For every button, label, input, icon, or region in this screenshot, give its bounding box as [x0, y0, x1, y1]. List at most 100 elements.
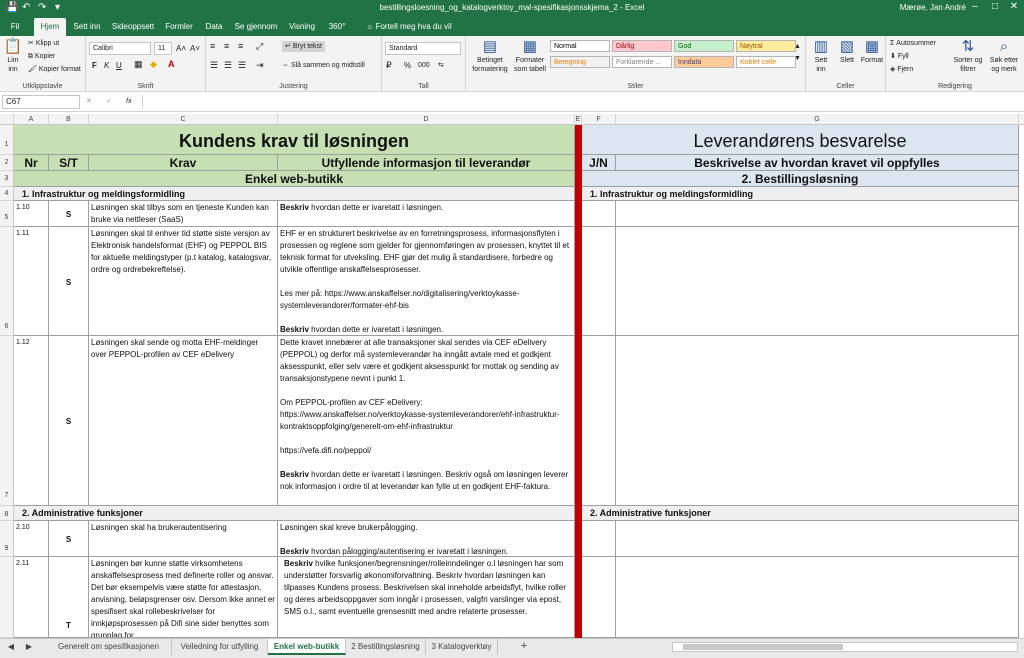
sheet-tab-katalogverktoy[interactable]: 3 Katalogverktøy	[426, 639, 498, 655]
req-st-cell[interactable]: S	[49, 201, 89, 227]
answer-jn-cell[interactable]	[582, 227, 616, 336]
tab-sideoppsett[interactable]: Sideoppsett	[110, 18, 156, 36]
cell-style-forklarende[interactable]: Forklarende ...	[612, 56, 672, 68]
answer-description-cell[interactable]	[616, 336, 1019, 506]
align-top-icon[interactable]: ≡	[210, 42, 215, 51]
decimal-icon[interactable]: ⇆	[438, 61, 444, 70]
autosum-button[interactable]: Σ Autosummer	[890, 39, 936, 48]
indent-icon[interactable]: ⇥	[256, 61, 264, 70]
align-middle-icon[interactable]: ≡	[224, 42, 229, 51]
name-box[interactable]: C67	[2, 95, 80, 109]
fill-color-icon[interactable]: ◆	[150, 60, 157, 69]
cell-style-nøytral[interactable]: Nøytral	[736, 40, 796, 52]
row-header-2[interactable]: 2	[0, 155, 14, 171]
tab-sett-inn[interactable]: Sett inn	[70, 18, 104, 36]
merge-center-button[interactable]: ⇔ Slå sammen og midtstill	[282, 61, 365, 70]
tab-visning[interactable]: Visning	[286, 18, 318, 36]
header-description[interactable]: Beskrivelse av hvordan kravet vil oppfyl…	[616, 155, 1019, 171]
insert-cells-button[interactable]: ▥ Sett inn	[810, 39, 832, 74]
format-cells-button[interactable]: ▦ Format	[860, 39, 884, 65]
row-header-6[interactable]: 6	[0, 227, 14, 336]
header-krav[interactable]: Krav	[89, 155, 278, 171]
req-nr-cell[interactable]: 2.11	[14, 557, 49, 638]
row-header-10[interactable]	[0, 557, 14, 638]
format-painter-button[interactable]: 🖌 Kopier format	[28, 65, 81, 74]
column-header-c[interactable]: C	[89, 114, 278, 125]
req-nr-cell[interactable]: 2.10	[14, 521, 49, 557]
column-header-f[interactable]: F	[582, 114, 616, 125]
row-header-7[interactable]: 7	[0, 336, 14, 506]
cell-style-god[interactable]: God	[674, 40, 734, 52]
sort-filter-button[interactable]: ⇅ Sorter og filtrer	[952, 39, 984, 74]
prev-sheet-icon[interactable]: ◀	[2, 639, 20, 655]
req-krav-cell[interactable]: Løsningen bør kunne støtte virksomhetens…	[89, 557, 278, 638]
tab-fil[interactable]: Fil	[4, 18, 26, 36]
align-center-icon[interactable]: ☰	[224, 61, 232, 70]
tab-formler[interactable]: Formler	[162, 18, 196, 36]
cut-button[interactable]: ✂ Klipp ut	[28, 39, 59, 48]
answer-description-cell[interactable]	[616, 227, 1019, 336]
req-nr-cell[interactable]: 1.12	[14, 336, 49, 506]
conditional-formatting-button[interactable]: ▤ Betinget formatering	[470, 39, 510, 74]
req-info-cell[interactable]: Dette kravet innebærer at alle transaksj…	[278, 336, 575, 506]
row-header-5[interactable]: 5	[0, 201, 14, 227]
cancel-icon[interactable]: ✕	[86, 97, 92, 106]
tab-se-gjennom[interactable]: Se gjennom	[232, 18, 280, 36]
clear-button[interactable]: ◈ Fjern	[890, 65, 913, 74]
answer-description-cell[interactable]	[616, 557, 1019, 638]
answer-description-cell[interactable]	[616, 201, 1019, 227]
sheet-tab-veiledning[interactable]: Veiledning for utfylling	[172, 639, 268, 655]
column-header-e[interactable]: E	[575, 114, 582, 125]
column-header-b[interactable]: B	[49, 114, 89, 125]
wrap-text-button[interactable]: ↵ Bryt tekst	[282, 41, 325, 52]
font-size-dropdown[interactable]: 11	[154, 42, 172, 55]
font-name-dropdown[interactable]: Calibri	[89, 42, 151, 55]
row-header-4[interactable]: 4	[0, 187, 14, 201]
header-jn[interactable]: J/N	[582, 155, 616, 171]
right-subtitle-cell[interactable]: 2. Bestillingsløsning	[582, 171, 1019, 187]
user-name[interactable]: Mærøe, Jan André	[900, 2, 966, 13]
column-header-g[interactable]: G	[616, 114, 1019, 125]
column-header-a[interactable]: A	[14, 114, 49, 125]
underline-button[interactable]: U	[116, 61, 122, 70]
delete-cells-button[interactable]: ▧ Slett	[836, 39, 858, 65]
grow-font-icon[interactable]: A˄	[176, 44, 186, 53]
fill-button[interactable]: ⬇ Fyll	[890, 52, 909, 61]
section-2-right[interactable]: 2. Administrative funksjoner	[582, 506, 1019, 521]
maximize-icon[interactable]: □	[986, 0, 1004, 15]
row-header-8[interactable]: 8	[0, 506, 14, 521]
cell-style-beregning[interactable]: Beregning	[550, 56, 610, 68]
row-header-3[interactable]: 3	[0, 171, 14, 187]
req-nr-cell[interactable]: 1.10	[14, 201, 49, 227]
req-nr-cell[interactable]: 1.11	[14, 227, 49, 336]
paste-button[interactable]: 📋 Lim inn	[2, 39, 24, 74]
column-header-d[interactable]: D	[278, 114, 575, 125]
bold-button[interactable]: F	[92, 61, 97, 70]
section-2-left[interactable]: 2. Administrative funksjoner	[14, 506, 575, 521]
req-info-cell[interactable]: Beskriv hvordan dette er ivaretatt i løs…	[278, 201, 575, 227]
next-sheet-icon[interactable]: ▶	[20, 639, 38, 655]
req-info-cell[interactable]: EHF er en strukturert beskrivelse av en …	[278, 227, 575, 336]
format-as-table-button[interactable]: ▦ Formater som tabell	[512, 39, 548, 74]
tell-me-search[interactable]: ☼ Fortell meg hva du vil gjøre	[366, 18, 462, 49]
header-st[interactable]: S/T	[49, 155, 89, 171]
shrink-font-icon[interactable]: A˅	[190, 44, 200, 53]
horizontal-scrollbar[interactable]	[672, 642, 1018, 652]
italic-button[interactable]: K	[104, 61, 109, 70]
req-krav-cell[interactable]: Løsningen skal til enhver tid støtte sis…	[89, 227, 278, 336]
copy-button[interactable]: ⧉ Kopier	[28, 52, 55, 61]
close-icon[interactable]: ✕	[1005, 0, 1023, 15]
header-info[interactable]: Utfyllende informasjon til leverandør	[278, 155, 575, 171]
enter-icon[interactable]: ✓	[106, 97, 112, 106]
answer-jn-cell[interactable]	[582, 557, 616, 638]
req-st-cell[interactable]: T	[49, 557, 89, 638]
section-1-right[interactable]: 1. Infrastruktur og meldingsformidling	[582, 187, 1019, 201]
answer-jn-cell[interactable]	[582, 521, 616, 557]
formula-input[interactable]	[142, 95, 1022, 109]
answer-jn-cell[interactable]	[582, 201, 616, 227]
tab-hjem[interactable]: Hjem	[34, 18, 66, 36]
tab-data[interactable]: Data	[202, 18, 226, 36]
insert-function-icon[interactable]: fx	[126, 97, 131, 106]
horizontal-scroll-thumb[interactable]	[683, 644, 843, 650]
align-right-icon[interactable]: ☰	[238, 61, 246, 70]
